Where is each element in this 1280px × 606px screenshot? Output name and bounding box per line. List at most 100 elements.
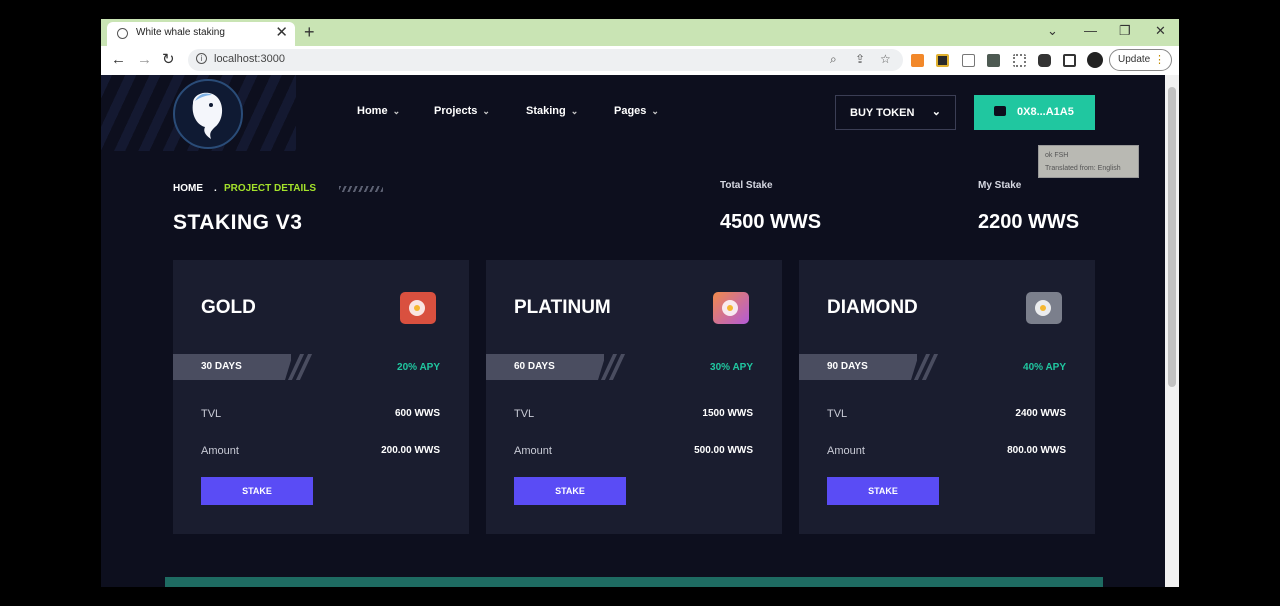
- nav-projects[interactable]: Projects ⌄: [434, 105, 490, 117]
- total-stake-value: 4500 WWS: [720, 211, 822, 233]
- apy-value: 40% APY: [1023, 362, 1066, 373]
- lock-period-badge: 30 DAYS: [173, 354, 313, 380]
- tooltip-line-2: Translated from: English: [1045, 165, 1121, 172]
- apy-value: 20% APY: [397, 362, 440, 373]
- side-panel-icon[interactable]: [1063, 54, 1076, 67]
- amount-value: 500.00 WWS: [694, 445, 753, 456]
- breadcrumb-decoration: [339, 186, 383, 192]
- wallet-icon: [994, 106, 1006, 116]
- amount-label: Amount: [827, 445, 865, 457]
- nav-home[interactable]: Home ⌄: [357, 105, 400, 117]
- reload-icon[interactable]: ↻: [162, 52, 175, 68]
- browser-toolbar: ← → ↻ i localhost:3000 ⌕ ⇪ ☆ Update ⋮: [101, 46, 1179, 75]
- chevron-down-icon: ⌄: [931, 106, 941, 118]
- bookmark-star-icon[interactable]: ☆: [880, 52, 891, 66]
- camera-extension-icon[interactable]: [962, 54, 975, 67]
- safe-purple-icon: [713, 292, 749, 324]
- nav-staking[interactable]: Staking ⌄: [526, 105, 578, 117]
- tvl-value: 600 WWS: [394, 408, 440, 419]
- tvl-label: TVL: [514, 408, 535, 420]
- nav-pages-label: Pages: [614, 105, 647, 117]
- pool-name: PLATINUM: [514, 297, 611, 318]
- safe-red-icon: [400, 292, 436, 324]
- translate-tooltip: ok FSH Translated from: English: [1038, 145, 1139, 178]
- chevron-down-icon: ⌄: [392, 106, 401, 116]
- wallet-address: 0X8...A1A5: [1017, 106, 1074, 118]
- nav-home-label: Home: [357, 105, 388, 117]
- pool-name: DIAMOND: [827, 297, 918, 318]
- profile-avatar[interactable]: [1087, 52, 1103, 68]
- tvl-label: TVL: [201, 408, 222, 420]
- footer-band: [165, 577, 1103, 587]
- new-tab-button[interactable]: +: [304, 22, 315, 42]
- scrollbar-thumb[interactable]: [1168, 87, 1176, 387]
- page-scrollbar[interactable]: [1165, 75, 1179, 587]
- tab-title: White whale staking: [136, 27, 225, 38]
- buy-token-button[interactable]: BUY TOKEN ⌄: [835, 95, 956, 130]
- restore-icon[interactable]: ❐: [1119, 23, 1131, 39]
- address-bar[interactable]: i localhost:3000 ⌕ ⇪ ☆: [188, 49, 903, 71]
- page-title: STAKING V3: [173, 211, 303, 234]
- total-stake-label: Total Stake: [720, 180, 773, 191]
- breadcrumb-separator: .: [214, 183, 217, 194]
- lock-period-text: 90 DAYS: [827, 361, 868, 372]
- tab-bar: White whale staking ✕ + ⌄ — ❐ ✕: [101, 19, 1179, 46]
- zoom-icon[interactable]: ⌕: [830, 52, 837, 66]
- lock-period-badge: 60 DAYS: [486, 354, 626, 380]
- minimize-icon[interactable]: —: [1084, 23, 1097, 39]
- buy-token-label: BUY TOKEN: [850, 107, 915, 119]
- chevron-down-icon: ⌄: [651, 106, 659, 116]
- whale-logo[interactable]: [173, 79, 243, 149]
- whale-icon: [192, 92, 223, 139]
- tab-close-icon[interactable]: ✕: [275, 24, 288, 42]
- amount-label: Amount: [201, 445, 239, 457]
- nav-projects-label: Projects: [434, 105, 478, 117]
- pool-card-gold: GOLD 30 DAYS 20% APY TVL 600 WWS Amount …: [173, 260, 469, 534]
- stake-button[interactable]: STAKE: [201, 477, 313, 505]
- breadcrumb-home[interactable]: HOME: [173, 183, 203, 194]
- forward-icon[interactable]: →: [137, 52, 152, 68]
- lock-period-badge: 90 DAYS: [799, 354, 939, 380]
- tvl-value: 2400 WWS: [1015, 408, 1066, 419]
- pool-card-platinum: PLATINUM 60 DAYS 30% APY TVL 1500 WWS Am…: [486, 260, 782, 534]
- back-icon[interactable]: ←: [111, 52, 126, 68]
- share-icon[interactable]: ⇪: [855, 52, 865, 66]
- nav-staking-label: Staking: [526, 105, 566, 117]
- breadcrumb-current: PROJECT DETAILS: [224, 183, 317, 194]
- tvl-label: TVL: [827, 408, 848, 420]
- screen-extension-icon[interactable]: [987, 54, 1000, 67]
- site-info-icon[interactable]: i: [196, 53, 207, 64]
- browser-tab[interactable]: White whale staking ✕: [107, 22, 295, 46]
- update-label: Update: [1118, 54, 1151, 65]
- amount-value: 200.00 WWS: [381, 445, 440, 456]
- binance-extension-icon[interactable]: [936, 54, 949, 67]
- stake-button[interactable]: STAKE: [827, 477, 939, 505]
- extensions-puzzle-icon[interactable]: [1038, 54, 1051, 67]
- nav-pages[interactable]: Pages ⌄: [614, 105, 659, 117]
- globe-icon: [117, 28, 128, 39]
- pool-card-diamond: DIAMOND 90 DAYS 40% APY TVL 2400 WWS Amo…: [799, 260, 1095, 534]
- pool-name: GOLD: [201, 297, 256, 318]
- tab-search-icon[interactable]: ⌄: [1047, 23, 1058, 39]
- settings-extension-icon[interactable]: [1013, 54, 1026, 67]
- window-close-icon[interactable]: ✕: [1155, 23, 1166, 39]
- more-menu-icon: ⋮: [1154, 54, 1165, 66]
- apy-value: 30% APY: [710, 362, 753, 373]
- amount-value: 800.00 WWS: [1007, 445, 1066, 456]
- tooltip-line-1: ok FSH: [1045, 152, 1069, 159]
- my-stake-value: 2200 WWS: [978, 211, 1080, 233]
- tvl-value: 1500 WWS: [702, 408, 753, 419]
- my-stake-label: My Stake: [978, 180, 1022, 191]
- chevron-down-icon: ⌄: [570, 106, 579, 116]
- metamask-extension-icon[interactable]: [911, 54, 924, 67]
- lock-period-text: 30 DAYS: [201, 361, 242, 372]
- stake-button[interactable]: STAKE: [514, 477, 626, 505]
- update-button[interactable]: Update ⋮: [1109, 49, 1172, 71]
- browser-window: White whale staking ✕ + ⌄ — ❐ ✕ ← → ↻ i …: [101, 19, 1179, 587]
- amount-label: Amount: [514, 445, 552, 457]
- safe-grey-icon: [1026, 292, 1062, 324]
- chevron-down-icon: ⌄: [482, 106, 490, 116]
- url-text[interactable]: localhost:3000: [214, 53, 285, 65]
- web-page: Home ⌄ Projects ⌄ Staking ⌄ Pages ⌄ BUY TOKE…: [101, 75, 1165, 587]
- wallet-button[interactable]: 0X8...A1A5: [974, 95, 1095, 130]
